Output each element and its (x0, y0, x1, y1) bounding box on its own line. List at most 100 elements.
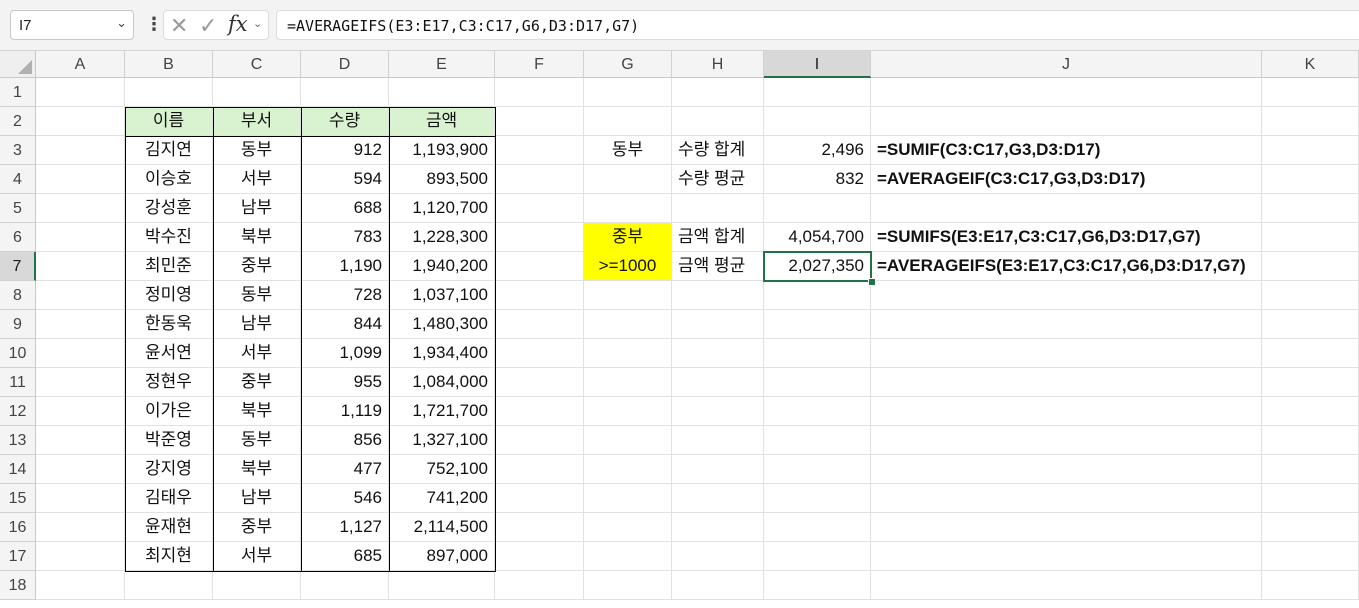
cell-a11[interactable] (36, 368, 125, 397)
cell-k17[interactable] (1262, 542, 1359, 571)
column-header-h[interactable]: H (672, 51, 764, 78)
cell-b4[interactable]: 이승호 (125, 165, 213, 194)
cell-j16[interactable] (871, 513, 1262, 542)
cell-f16[interactable] (495, 513, 584, 542)
cell-b16[interactable]: 윤재현 (125, 513, 213, 542)
cell-j6[interactable]: =SUMIFS(E3:E17,C3:C17,G6,D3:D17,G7) (871, 223, 1262, 252)
cell-e2[interactable]: 금액 (389, 107, 495, 136)
cell-h16[interactable] (672, 513, 764, 542)
cell-f18[interactable] (495, 571, 584, 600)
name-box[interactable]: I7 ⌄ (10, 10, 134, 40)
cell-b5[interactable]: 강성훈 (125, 194, 213, 223)
cell-e8[interactable]: 1,037,100 (389, 281, 495, 310)
row-header-17[interactable]: 17 (0, 542, 36, 571)
cell-g16[interactable] (584, 513, 672, 542)
cell-k4[interactable] (1262, 165, 1359, 194)
cell-e15[interactable]: 741,200 (389, 484, 495, 513)
row-header-13[interactable]: 13 (0, 426, 36, 455)
cell-k1[interactable] (1262, 78, 1359, 107)
cell-c14[interactable]: 북부 (213, 455, 301, 484)
cell-h13[interactable] (672, 426, 764, 455)
cell-j1[interactable] (871, 78, 1262, 107)
cell-d14[interactable]: 477 (301, 455, 389, 484)
row-header-11[interactable]: 11 (0, 368, 36, 397)
cell-d3[interactable]: 912 (301, 136, 389, 165)
fill-handle[interactable] (868, 278, 876, 286)
cell-i14[interactable] (764, 455, 871, 484)
cell-g12[interactable] (584, 397, 672, 426)
cell-i8[interactable] (764, 281, 871, 310)
fx-chevron-down-icon[interactable]: ⌄ (253, 17, 262, 30)
cell-e16[interactable]: 2,114,500 (389, 513, 495, 542)
cell-h17[interactable] (672, 542, 764, 571)
cell-g11[interactable] (584, 368, 672, 397)
cell-a18[interactable] (36, 571, 125, 600)
cell-f14[interactable] (495, 455, 584, 484)
cell-h6[interactable]: 금액 합계 (672, 223, 764, 252)
cell-j10[interactable] (871, 339, 1262, 368)
cell-b14[interactable]: 강지영 (125, 455, 213, 484)
cell-j18[interactable] (871, 571, 1262, 600)
column-header-f[interactable]: F (495, 51, 584, 78)
cell-g6[interactable]: 중부 (584, 223, 672, 252)
cell-b9[interactable]: 한동욱 (125, 310, 213, 339)
cell-a6[interactable] (36, 223, 125, 252)
cell-b8[interactable]: 정미영 (125, 281, 213, 310)
cell-h14[interactable] (672, 455, 764, 484)
column-header-d[interactable]: D (301, 51, 389, 78)
cell-k6[interactable] (1262, 223, 1359, 252)
cell-g7[interactable]: >=1000 (584, 252, 672, 281)
cell-e17[interactable]: 897,000 (389, 542, 495, 571)
cell-c11[interactable]: 중부 (213, 368, 301, 397)
cell-a14[interactable] (36, 455, 125, 484)
cell-f7[interactable] (495, 252, 584, 281)
cell-a7[interactable] (36, 252, 125, 281)
cell-b2[interactable]: 이름 (125, 107, 213, 136)
cell-e13[interactable]: 1,327,100 (389, 426, 495, 455)
cell-k7[interactable] (1262, 252, 1359, 281)
cell-h4[interactable]: 수량 평균 (672, 165, 764, 194)
cell-g2[interactable] (584, 107, 672, 136)
row-header-3[interactable]: 3 (0, 136, 36, 165)
cell-e18[interactable] (389, 571, 495, 600)
cell-i3[interactable]: 2,496 (764, 136, 871, 165)
cell-c17[interactable]: 서부 (213, 542, 301, 571)
cell-b3[interactable]: 김지연 (125, 136, 213, 165)
cell-j4[interactable]: =AVERAGEIF(C3:C17,G3,D3:D17) (871, 165, 1262, 194)
cell-a12[interactable] (36, 397, 125, 426)
cell-d7[interactable]: 1,190 (301, 252, 389, 281)
cell-h11[interactable] (672, 368, 764, 397)
cell-k11[interactable] (1262, 368, 1359, 397)
cell-k8[interactable] (1262, 281, 1359, 310)
cell-f5[interactable] (495, 194, 584, 223)
cell-f3[interactable] (495, 136, 584, 165)
cell-b12[interactable]: 이가은 (125, 397, 213, 426)
cell-k13[interactable] (1262, 426, 1359, 455)
cell-j15[interactable] (871, 484, 1262, 513)
cell-e5[interactable]: 1,120,700 (389, 194, 495, 223)
cell-g9[interactable] (584, 310, 672, 339)
cell-j12[interactable] (871, 397, 1262, 426)
cell-h3[interactable]: 수량 합계 (672, 136, 764, 165)
cell-d13[interactable]: 856 (301, 426, 389, 455)
row-header-14[interactable]: 14 (0, 455, 36, 484)
cell-c4[interactable]: 서부 (213, 165, 301, 194)
cell-e9[interactable]: 1,480,300 (389, 310, 495, 339)
cell-k16[interactable] (1262, 513, 1359, 542)
cell-f10[interactable] (495, 339, 584, 368)
cell-f8[interactable] (495, 281, 584, 310)
cell-c5[interactable]: 남부 (213, 194, 301, 223)
cell-j5[interactable] (871, 194, 1262, 223)
column-header-j[interactable]: J (871, 51, 1262, 78)
cell-f6[interactable] (495, 223, 584, 252)
cell-k2[interactable] (1262, 107, 1359, 136)
cell-g1[interactable] (584, 78, 672, 107)
cell-e12[interactable]: 1,721,700 (389, 397, 495, 426)
cell-a17[interactable] (36, 542, 125, 571)
cell-i4[interactable]: 832 (764, 165, 871, 194)
cell-j3[interactable]: =SUMIF(C3:C17,G3,D3:D17) (871, 136, 1262, 165)
cell-g10[interactable] (584, 339, 672, 368)
column-header-e[interactable]: E (389, 51, 495, 78)
cell-g18[interactable] (584, 571, 672, 600)
cell-d15[interactable]: 546 (301, 484, 389, 513)
